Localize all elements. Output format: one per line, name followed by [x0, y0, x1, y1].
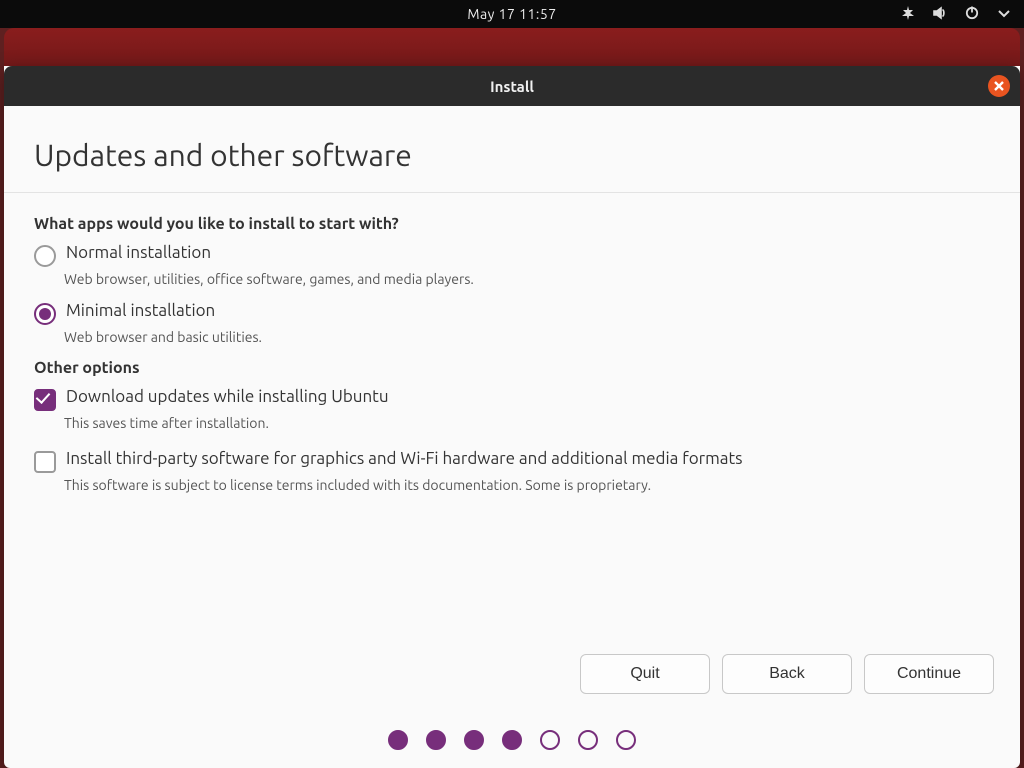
checkbox-third-party[interactable]: Install third-party software for graphic… [34, 449, 990, 473]
install-type-question: What apps would you like to install to s… [34, 215, 990, 233]
radio-minimal-installation[interactable]: Minimal installation [34, 301, 990, 325]
radio-icon [34, 245, 56, 267]
pager-dot-6 [578, 730, 598, 750]
pager-dot-7 [616, 730, 636, 750]
other-options-heading: Other options [34, 359, 990, 377]
pager-dot-3 [464, 730, 484, 750]
system-indicators [900, 0, 1012, 28]
clock: May 17 11:57 [467, 6, 556, 22]
checkbox-download-updates[interactable]: Download updates while installing Ubuntu [34, 387, 990, 411]
checkbox-download-updates-description: This saves time after installation. [64, 415, 990, 431]
radio-minimal-description: Web browser and basic utilities. [64, 329, 990, 345]
desktop-background-strip [4, 28, 1020, 66]
radio-label: Normal installation [66, 243, 211, 262]
close-button[interactable] [988, 75, 1010, 97]
quit-button[interactable]: Quit [580, 654, 710, 694]
pager-dot-2 [426, 730, 446, 750]
step-pager [4, 712, 1020, 768]
checkbox-label: Install third-party software for graphic… [66, 449, 743, 468]
checkbox-third-party-description: This software is subject to license term… [64, 477, 990, 493]
nav-footer: Quit Back Continue [4, 644, 1020, 712]
divider [4, 192, 1020, 193]
pager-dot-5 [540, 730, 560, 750]
window-titlebar: Install [4, 66, 1020, 106]
radio-icon [34, 303, 56, 325]
close-icon [993, 80, 1005, 92]
radio-normal-installation[interactable]: Normal installation [34, 243, 990, 267]
checkbox-icon [34, 389, 56, 411]
continue-button[interactable]: Continue [864, 654, 994, 694]
pager-dot-4 [502, 730, 522, 750]
page-title: Updates and other software [34, 138, 990, 172]
system-top-bar: May 17 11:57 [0, 0, 1024, 28]
radio-normal-description: Web browser, utilities, office software,… [64, 271, 990, 287]
radio-label: Minimal installation [66, 301, 215, 320]
checkbox-label: Download updates while installing Ubuntu [66, 387, 389, 406]
window-title: Install [490, 78, 534, 95]
installer-window: Install Updates and other software What … [4, 66, 1020, 768]
pager-dot-1 [388, 730, 408, 750]
chevron-down-icon[interactable] [996, 5, 1012, 24]
back-button[interactable]: Back [722, 654, 852, 694]
network-icon[interactable] [900, 5, 916, 24]
power-icon[interactable] [964, 5, 980, 24]
page-content: Updates and other software What apps wou… [4, 106, 1020, 644]
checkbox-icon [34, 451, 56, 473]
volume-icon[interactable] [932, 5, 948, 24]
